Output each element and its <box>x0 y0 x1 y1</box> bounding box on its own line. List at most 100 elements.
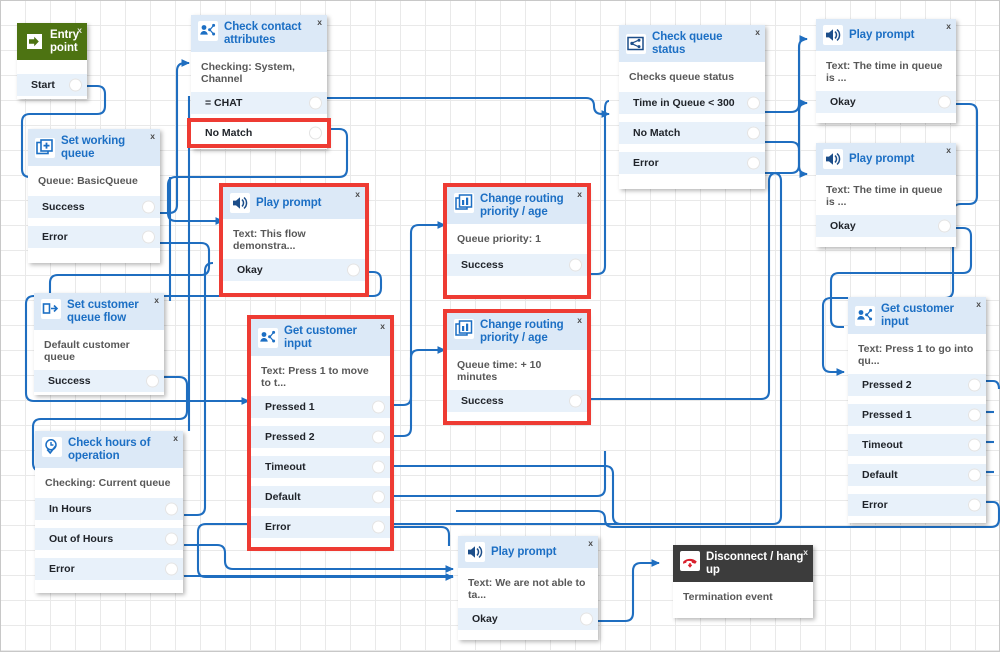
close-icon[interactable]: x <box>380 322 385 331</box>
port-equals-chat[interactable]: = CHAT <box>191 92 327 114</box>
port-error[interactable]: Error <box>848 494 986 516</box>
node-header[interactable]: Play prompt x <box>816 143 956 175</box>
close-icon[interactable]: x <box>77 26 82 35</box>
node-get-customer-input-queue[interactable]: Get customer input x Text: Press 1 to go… <box>848 297 986 523</box>
close-icon[interactable]: x <box>173 434 178 443</box>
port-connector-dot[interactable] <box>165 563 178 576</box>
port-default[interactable]: Default <box>251 486 390 508</box>
node-header[interactable]: Check contact attributes x <box>191 15 327 52</box>
close-icon[interactable]: x <box>946 22 951 31</box>
node-header[interactable]: Entry point x <box>17 23 87 60</box>
close-icon[interactable]: x <box>154 296 159 305</box>
node-check-contact-attributes[interactable]: Check contact attributes x Checking: Sys… <box>191 15 327 149</box>
close-icon[interactable]: x <box>803 548 808 557</box>
node-header[interactable]: Disconnect / hang up x <box>673 545 813 582</box>
port-connector-dot[interactable] <box>372 491 385 504</box>
node-play-prompt-queue-time-1[interactable]: Play prompt x Text: The time in queue is… <box>816 19 956 123</box>
port-okay[interactable]: Okay <box>458 608 598 630</box>
port-connector-dot[interactable] <box>165 503 178 516</box>
port-success[interactable]: Success <box>447 254 587 276</box>
node-header[interactable]: Change routing priority / age x <box>447 313 587 350</box>
port-connector-dot[interactable] <box>142 231 155 244</box>
close-icon[interactable]: x <box>150 132 155 141</box>
close-icon[interactable]: x <box>355 190 360 199</box>
port-connector-dot[interactable] <box>580 613 593 626</box>
port-success[interactable]: Success <box>28 196 160 218</box>
port-in-hours[interactable]: In Hours <box>35 498 183 520</box>
port-success[interactable]: Success <box>447 390 587 412</box>
port-error[interactable]: Error <box>28 226 160 248</box>
node-set-working-queue[interactable]: Set working queue x Queue: BasicQueue Su… <box>28 129 160 263</box>
port-okay[interactable]: Okay <box>223 259 365 281</box>
close-icon[interactable]: x <box>588 539 593 548</box>
port-connector-dot[interactable] <box>569 395 582 408</box>
node-play-prompt-queue-time-2[interactable]: Play prompt x Text: The time in queue is… <box>816 143 956 247</box>
port-pressed-1[interactable]: Pressed 1 <box>251 396 390 418</box>
node-header[interactable]: Play prompt x <box>223 187 365 219</box>
node-header[interactable]: Get customer input x <box>848 297 986 334</box>
port-connector-dot[interactable] <box>372 431 385 444</box>
port-connector-dot[interactable] <box>747 157 760 170</box>
node-header[interactable]: Set working queue x <box>28 129 160 166</box>
port-time-in-queue[interactable]: Time in Queue < 300 <box>619 92 765 114</box>
node-header[interactable]: Get customer input x <box>251 319 390 356</box>
node-header[interactable]: Check queue status x <box>619 25 765 62</box>
port-success[interactable]: Success <box>34 370 164 392</box>
node-change-routing-age[interactable]: Change routing priority / age x Queue ti… <box>447 313 587 421</box>
port-connector-dot[interactable] <box>372 401 385 414</box>
port-connector-dot[interactable] <box>938 220 951 233</box>
port-connector-dot[interactable] <box>968 439 981 452</box>
port-connector-dot[interactable] <box>165 533 178 546</box>
flow-canvas[interactable]: Entry point x Start Set working queue x … <box>0 0 1000 652</box>
close-icon[interactable]: x <box>946 146 951 155</box>
node-header[interactable]: Play prompt x <box>816 19 956 51</box>
port-timeout[interactable]: Timeout <box>251 456 390 478</box>
port-no-match[interactable]: No Match <box>619 122 765 144</box>
node-change-routing-priority[interactable]: Change routing priority / age x Queue pr… <box>447 187 587 295</box>
node-play-prompt-unavailable[interactable]: Play prompt x Text: We are not able to t… <box>458 536 598 640</box>
node-disconnect-hang-up[interactable]: Disconnect / hang up x Termination event <box>673 545 813 618</box>
port-pressed-2[interactable]: Pressed 2 <box>251 426 390 448</box>
port-connector-dot[interactable] <box>309 97 322 110</box>
close-icon[interactable]: x <box>976 300 981 309</box>
port-out-of-hours[interactable]: Out of Hours <box>35 528 183 550</box>
node-check-queue-status[interactable]: Check queue status x Checks queue status… <box>619 25 765 189</box>
node-get-customer-input-main[interactable]: Get customer input x Text: Press 1 to mo… <box>251 319 390 547</box>
port-connector-dot[interactable] <box>747 97 760 110</box>
close-icon[interactable]: x <box>577 190 582 199</box>
port-connector-dot[interactable] <box>372 461 385 474</box>
port-no-match[interactable]: No Match <box>191 122 327 144</box>
node-set-customer-queue-flow[interactable]: Set customer queue flow x Default custom… <box>34 293 164 395</box>
port-connector-dot[interactable] <box>69 79 82 92</box>
port-okay[interactable]: Okay <box>816 215 956 237</box>
node-header[interactable]: Check hours of operation x <box>35 431 183 468</box>
port-connector-dot[interactable] <box>747 127 760 140</box>
node-header[interactable]: Play prompt x <box>458 536 598 568</box>
port-connector-dot[interactable] <box>309 127 322 140</box>
node-entry-point[interactable]: Entry point x Start <box>17 23 87 99</box>
close-icon[interactable]: x <box>755 28 760 37</box>
port-connector-dot[interactable] <box>142 201 155 214</box>
port-connector-dot[interactable] <box>968 409 981 422</box>
port-connector-dot[interactable] <box>569 259 582 272</box>
port-connector-dot[interactable] <box>372 521 385 534</box>
port-connector-dot[interactable] <box>938 96 951 109</box>
node-check-hours-of-operation[interactable]: Check hours of operation x Checking: Cur… <box>35 431 183 593</box>
close-icon[interactable]: x <box>577 316 582 325</box>
node-play-prompt-intro[interactable]: Play prompt x Text: This flow demonstra.… <box>223 187 365 293</box>
port-start[interactable]: Start <box>17 74 87 96</box>
node-header[interactable]: Set customer queue flow x <box>34 293 164 330</box>
port-pressed-1[interactable]: Pressed 1 <box>848 404 986 426</box>
port-connector-dot[interactable] <box>347 264 360 277</box>
port-connector-dot[interactable] <box>968 379 981 392</box>
port-connector-dot[interactable] <box>968 499 981 512</box>
port-connector-dot[interactable] <box>968 469 981 482</box>
node-header[interactable]: Change routing priority / age x <box>447 187 587 224</box>
port-error[interactable]: Error <box>35 558 183 580</box>
port-default[interactable]: Default <box>848 464 986 486</box>
close-icon[interactable]: x <box>317 18 322 27</box>
port-connector-dot[interactable] <box>146 375 159 388</box>
port-pressed-2[interactable]: Pressed 2 <box>848 374 986 396</box>
port-error[interactable]: Error <box>251 516 390 538</box>
port-error[interactable]: Error <box>619 152 765 174</box>
